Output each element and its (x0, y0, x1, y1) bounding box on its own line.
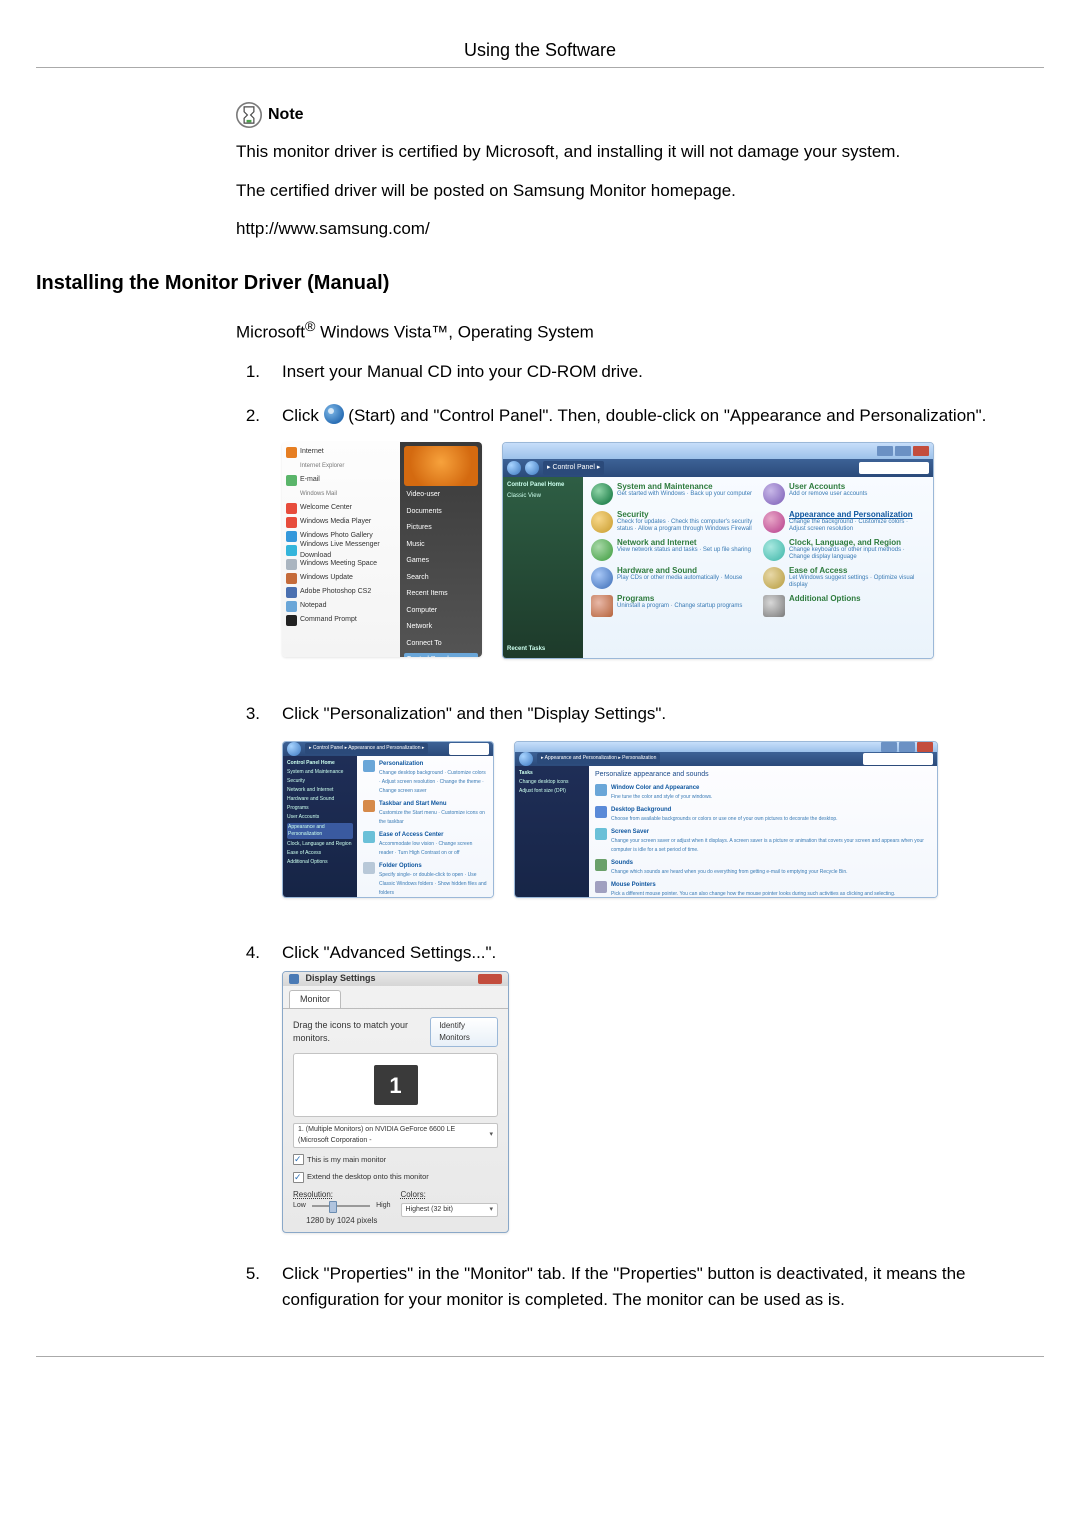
personalization-main: Personalize appearance and sounds Window… (589, 766, 937, 898)
step-text: Click "Personalization" and then "Displa… (282, 701, 1004, 922)
appearance-sidebar: Control Panel Home System and Maintenanc… (283, 756, 357, 898)
breadcrumb[interactable]: ▸ Control Panel ▸ (543, 461, 604, 476)
breadcrumb[interactable]: ▸ Appearance and Personalization ▸ Perso… (537, 753, 660, 765)
identify-monitors-button[interactable]: Identify Monitors (430, 1017, 498, 1047)
reg-mark: ® (305, 319, 315, 335)
step-num: 2. (236, 403, 260, 684)
step2-pre: Click (282, 406, 324, 425)
cp-main: System and MaintenanceGet started with W… (583, 477, 933, 658)
page-header: Using the Software (36, 40, 1044, 61)
step-2: 2. Click (Start) and "Control Panel". Th… (236, 403, 1004, 684)
footer-rule (36, 1356, 1044, 1357)
back-button[interactable] (287, 742, 301, 756)
close-button[interactable] (913, 446, 929, 456)
start-user-picture (404, 446, 478, 486)
search-box[interactable] (863, 753, 933, 765)
display-icon (289, 974, 299, 984)
step-num: 4. (236, 940, 260, 1244)
resolution-label: Resolution: (293, 1189, 391, 1201)
close-button[interactable] (917, 742, 933, 752)
screenshot-start-menu: Internet Internet Explorer E-mail Window… (282, 442, 482, 657)
max-button[interactable] (899, 742, 915, 752)
min-button[interactable] (881, 742, 897, 752)
back-button[interactable] (507, 461, 521, 475)
colors-select[interactable]: Highest (32 bit) (401, 1203, 499, 1218)
screenshot-display-settings: Display Settings Monitor Drag the icons … (282, 971, 509, 1233)
note-line-2: The certified driver will be posted on S… (236, 179, 1004, 204)
main-monitor-check[interactable]: This is my main monitor (293, 1154, 498, 1165)
extend-desktop-check[interactable]: Extend the desktop onto this monitor (293, 1171, 498, 1182)
monitor-select[interactable]: 1. (Multiple Monitors) on NVIDIA GeForce… (293, 1123, 498, 1148)
step-3: 3. Click "Personalization" and then "Dis… (236, 701, 1004, 922)
step2-post: (Start) and "Control Panel". Then, doubl… (348, 406, 986, 425)
min-button[interactable] (877, 446, 893, 456)
breadcrumb[interactable]: ▸ Control Panel ▸ Appearance and Persona… (305, 743, 428, 755)
os-prefix: Microsoft (236, 323, 305, 342)
cp-sidebar: Control Panel Home Classic View Recent T… (503, 477, 583, 658)
dialog-titlebar: Display Settings (283, 972, 508, 986)
step-text: Click (Start) and "Control Panel". Then,… (282, 403, 1004, 684)
step-num: 1. (236, 359, 260, 385)
control-panel-item[interactable]: Control Panel (404, 653, 478, 657)
step-num: 3. (236, 701, 260, 922)
step-text: Click "Advanced Settings...". Display Se… (282, 940, 1004, 1244)
resolution-slider[interactable]: Low High (293, 1201, 391, 1212)
screenshot-control-panel: ▸ Control Panel ▸ Control Panel Home Cla… (502, 442, 934, 659)
step-5: 5. Click "Properties" in the "Monitor" t… (236, 1261, 1004, 1312)
window-nav: ▸ Control Panel ▸ (503, 459, 933, 477)
step-text: Click "Properties" in the "Monitor" tab.… (282, 1261, 1004, 1312)
os-mid: Windows Vista™, Operating System (315, 323, 593, 342)
step-1: 1. Insert your Manual CD into your CD-RO… (236, 359, 1004, 385)
resolution-value: 1280 by 1024 pixels (293, 1215, 391, 1227)
screenshot-personalization: ▸ Appearance and Personalization ▸ Perso… (514, 741, 938, 898)
search-box[interactable] (449, 743, 489, 755)
back-button[interactable] (519, 752, 533, 766)
close-button[interactable] (478, 974, 502, 984)
section-title: Installing the Monitor Driver (Manual) (36, 272, 1044, 295)
appearance-personalization[interactable]: Appearance and PersonalizationChange the… (763, 511, 925, 533)
os-line: Microsoft® Windows Vista™, Operating Sys… (236, 317, 1004, 345)
forward-button[interactable] (525, 461, 539, 475)
note-line-3: http://www.samsung.com/ (236, 217, 1004, 242)
tab-row: Monitor (283, 986, 508, 1010)
monitor-1-icon[interactable]: 1 (374, 1065, 418, 1105)
personalization-sidebar: Tasks Change desktop icons Adjust font s… (515, 766, 589, 898)
note-row: Note (236, 102, 1004, 128)
note-label: Note (268, 106, 304, 124)
step-text: Insert your Manual CD into your CD-ROM d… (282, 359, 1004, 385)
note-line-1: This monitor driver is certified by Micr… (236, 140, 1004, 165)
monitor-arrangement[interactable]: 1 (293, 1053, 498, 1117)
monitor-tab[interactable]: Monitor (289, 990, 341, 1009)
step-4: 4. Click "Advanced Settings...". Display… (236, 940, 1004, 1244)
search-box[interactable] (859, 462, 929, 474)
start-menu-left: Internet Internet Explorer E-mail Window… (282, 442, 400, 657)
dialog-title: Display Settings (289, 972, 376, 986)
note-icon (236, 102, 262, 128)
start-menu-right: Video-user Documents Pictures Music Game… (400, 442, 482, 657)
max-button[interactable] (895, 446, 911, 456)
start-orb-icon (324, 404, 344, 424)
colors-label: Colors: (401, 1189, 499, 1201)
header-rule (36, 67, 1044, 68)
drag-text: Drag the icons to match your monitors. (293, 1019, 424, 1046)
personalization-link[interactable]: PersonalizationChange desktop background… (363, 760, 487, 796)
window-titlebar (503, 443, 933, 459)
screenshot-appearance: ▸ Control Panel ▸ Appearance and Persona… (282, 741, 494, 898)
appearance-main: PersonalizationChange desktop background… (357, 756, 493, 898)
recent-tasks: Recent Tasks (507, 645, 545, 654)
step-num: 5. (236, 1261, 260, 1312)
